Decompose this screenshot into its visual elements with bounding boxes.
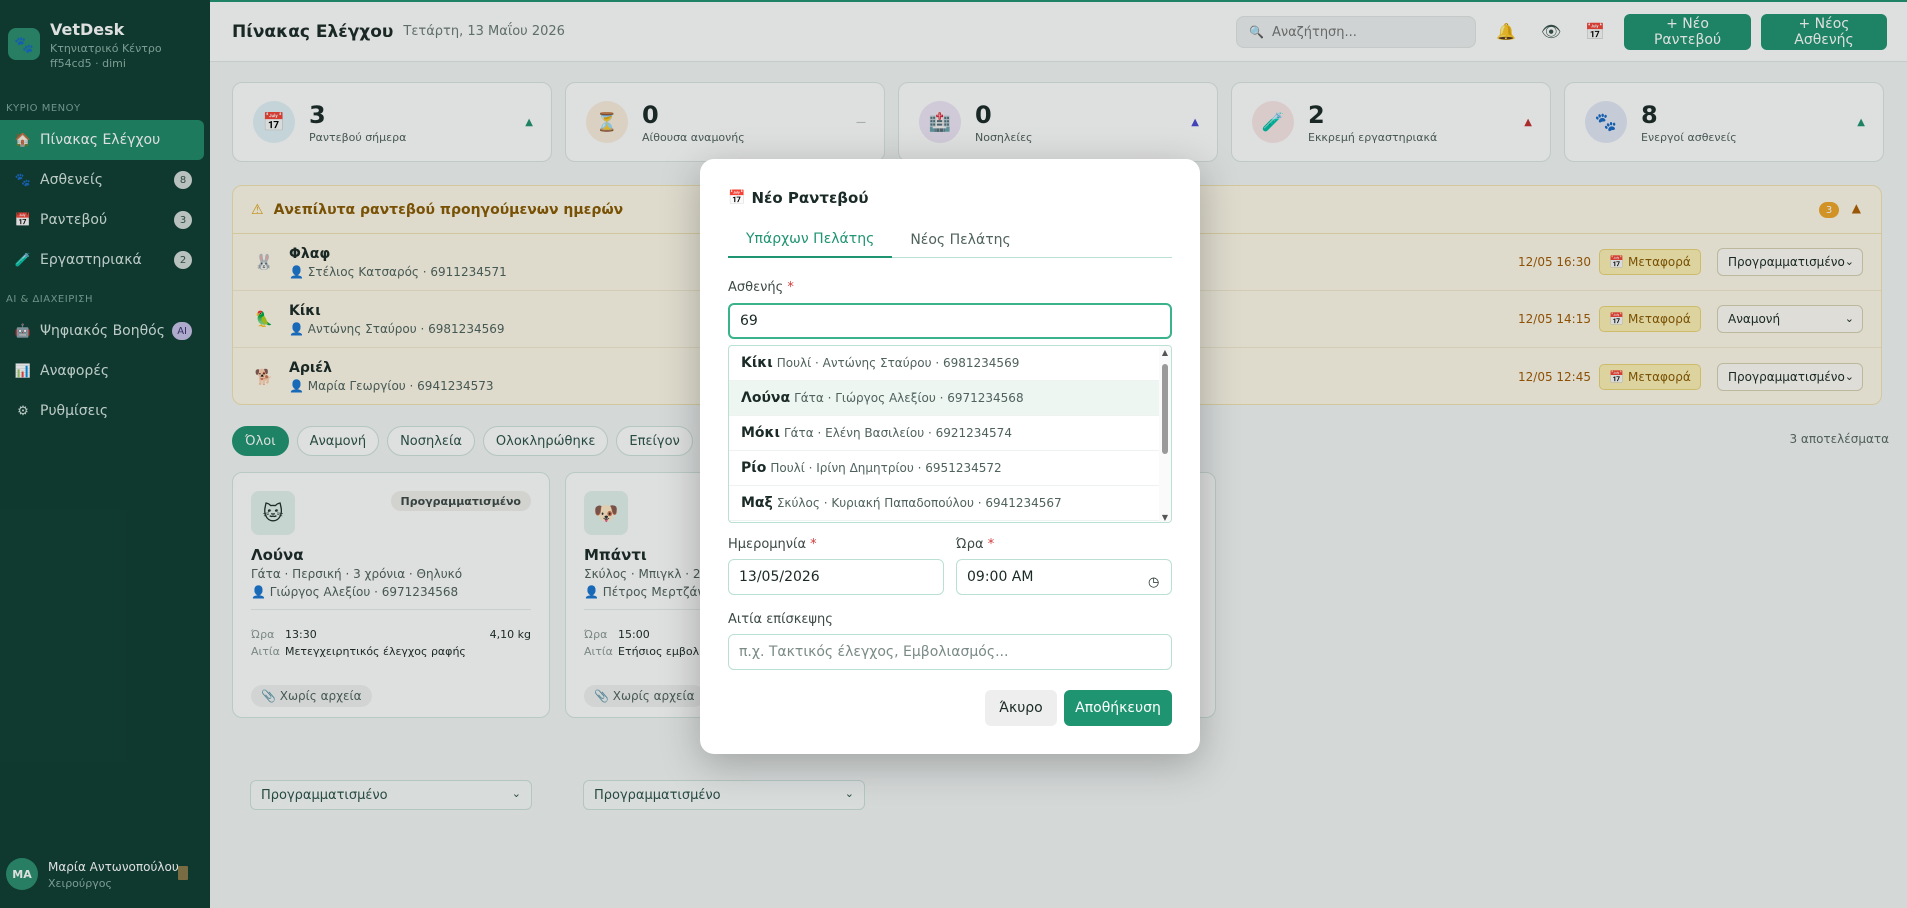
time-input[interactable]	[956, 559, 1172, 595]
visit-reason-input[interactable]	[728, 634, 1172, 670]
clock-icon[interactable]: ◷	[1148, 575, 1159, 590]
cancel-button[interactable]: Άκυρο	[985, 690, 1057, 726]
scroll-thumb[interactable]	[1162, 364, 1168, 454]
calendar-icon: 📅	[728, 190, 746, 206]
visit-reason-label: Αιτία επίσκεψης	[728, 612, 833, 627]
list-item[interactable]: Κίκι Πουλί · Αντώνης Σταύρου · 6981234569	[729, 346, 1159, 381]
list-item[interactable]: Μαξ Σκύλος · Κυριακή Παπαδοπούλου · 69412…	[729, 486, 1159, 521]
tab-existing-client[interactable]: Υπάρχων Πελάτης	[728, 222, 893, 258]
scrollbar[interactable]: ▲ ▼	[1159, 346, 1171, 522]
patient-search-input[interactable]	[728, 303, 1172, 339]
client-tabs: Υπάρχων Πελάτης Νέος Πελάτης	[728, 222, 1172, 258]
patient-suggestions-list: Κίκι Πουλί · Αντώνης Σταύρου · 6981234569…	[728, 345, 1172, 523]
time-label: Ώρα *	[956, 537, 995, 552]
scroll-down-arrow-icon[interactable]: ▼	[1161, 513, 1169, 522]
save-button[interactable]: Αποθήκευση	[1064, 690, 1172, 726]
modal-title: 📅 Νέο Ραντεβού	[728, 189, 869, 207]
patient-label: Ασθενής *	[728, 280, 794, 295]
date-input[interactable]	[728, 559, 944, 595]
list-item[interactable]: Λούνα Γάτα · Γιώργος Αλεξίου · 6971234568	[729, 381, 1159, 416]
scroll-up-arrow-icon[interactable]: ▲	[1161, 348, 1169, 357]
list-item[interactable]: Ρίο Πουλί · Ιρίνη Δημητρίου · 6951234572	[729, 451, 1159, 486]
date-label: Ημερομηνία *	[728, 537, 817, 552]
list-item[interactable]: Μόκι Γάτα · Ελένη Βασιλείου · 6921234574	[729, 416, 1159, 451]
new-appointment-modal: 📅 Νέο Ραντεβού Υπάρχων Πελάτης Νέος Πελά…	[700, 159, 1200, 754]
tab-new-client[interactable]: Νέος Πελάτης	[892, 222, 1028, 258]
